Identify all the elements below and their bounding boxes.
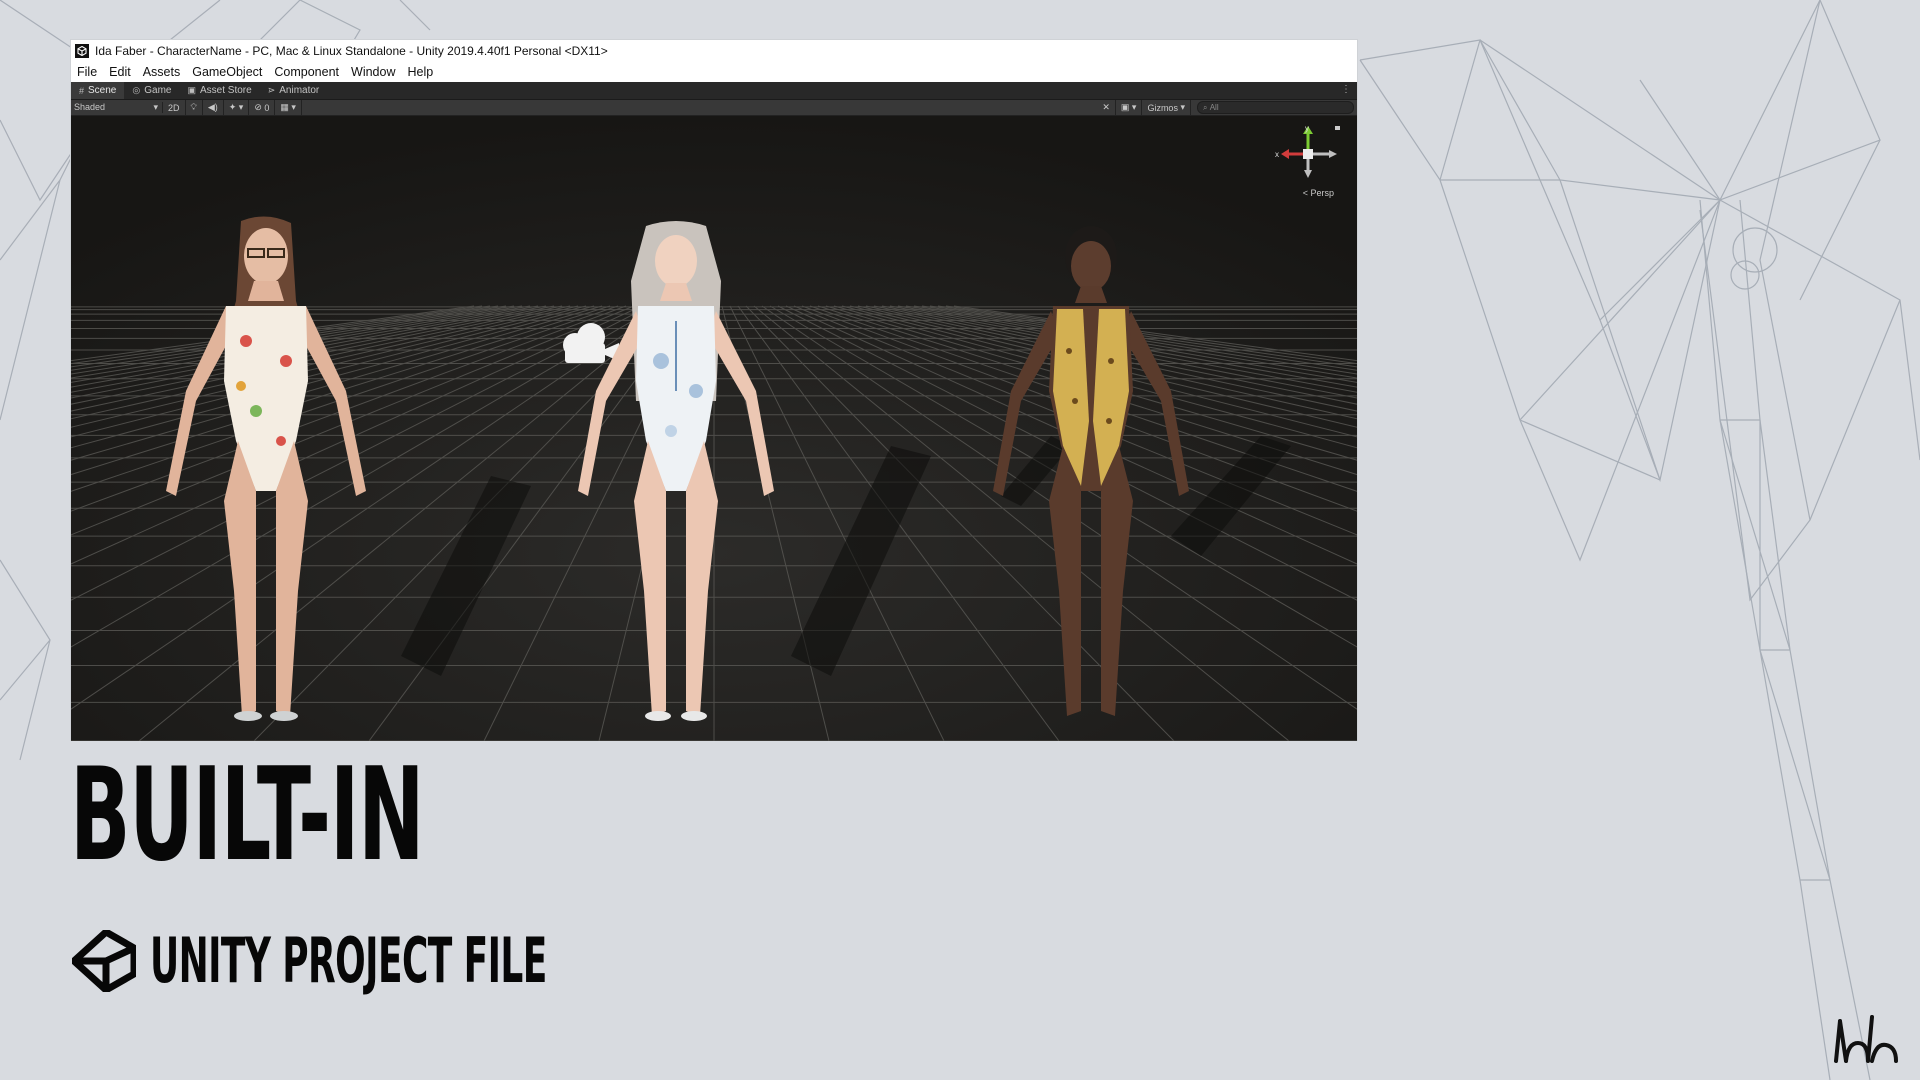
- lighting-toggle[interactable]: 💡︎: [186, 100, 203, 115]
- headline-title: BUILT-IN: [70, 741, 425, 890]
- camera-icon: ▣ ▾: [1120, 102, 1137, 112]
- shading-mode-dropdown[interactable]: Shaded ▾: [71, 102, 163, 113]
- unity-logo-icon: [75, 43, 89, 58]
- tools-icon: ✕: [1102, 102, 1110, 112]
- menu-bar: File Edit Assets GameObject Component Wi…: [71, 61, 1357, 82]
- eye-slash-icon: ⊘: [254, 102, 262, 112]
- orientation-gizmo[interactable]: x y: [1273, 124, 1343, 184]
- hidden-count: 0: [264, 102, 270, 113]
- tab-scene-label: Scene: [88, 85, 117, 96]
- gizmo-x-label: x: [1275, 150, 1279, 159]
- animator-icon: ⋗: [267, 85, 276, 95]
- tab-scene[interactable]: # Scene: [71, 82, 125, 99]
- subtitle-row: UNITY PROJECT FILE: [72, 930, 834, 992]
- tools-button[interactable]: ✕: [1097, 100, 1116, 115]
- tab-game[interactable]: ◎ Game: [124, 82, 179, 99]
- projection-toggle[interactable]: < Persp: [1303, 188, 1334, 198]
- hidden-objects-toggle[interactable]: ⊘ 0: [249, 100, 276, 115]
- speaker-icon: ◀︎): [207, 102, 218, 112]
- projection-label: Persp: [1310, 188, 1334, 198]
- menu-window[interactable]: Window: [345, 65, 401, 79]
- grid-icon: ▦ ▾: [280, 102, 296, 112]
- toolbar-right: ✕ ▣ ▾ Gizmos ▾ ⌕ All: [1097, 100, 1357, 115]
- toggle-2d-label: 2D: [168, 102, 180, 113]
- perspective-icon: <: [1302, 188, 1308, 198]
- gizmo-y-label: y: [1305, 124, 1309, 133]
- menu-file[interactable]: File: [71, 65, 103, 79]
- character-3-model[interactable]: [971, 221, 1211, 741]
- editor-tabs: # Scene ◎ Game ▣ Asset Store ⋗ Animator ⋮: [71, 82, 1357, 100]
- grid-toggle[interactable]: ▦ ▾: [275, 100, 302, 115]
- tab-asset-store[interactable]: ▣ Asset Store: [179, 82, 259, 99]
- scene-toolbar: Shaded ▾ 2D 💡︎ ◀︎) ✦ ▾ ⊘ 0 ▦ ▾ ✕ ▣ ▾ Gizm…: [71, 100, 1357, 116]
- scene-search-input[interactable]: ⌕ All: [1197, 101, 1354, 114]
- gizmos-dropdown[interactable]: Gizmos ▾: [1142, 100, 1191, 115]
- menu-component[interactable]: Component: [268, 65, 345, 79]
- toggle-2d-button[interactable]: 2D: [163, 100, 186, 115]
- tab-menu-icon[interactable]: ⋮: [1341, 84, 1351, 95]
- character-1-model[interactable]: [146, 211, 386, 731]
- tab-animator[interactable]: ⋗ Animator: [260, 82, 328, 99]
- chevron-down-icon: ▾: [153, 102, 158, 112]
- shading-mode-label: Shaded: [74, 102, 106, 112]
- menu-assets[interactable]: Assets: [137, 65, 187, 79]
- menu-gameobject[interactable]: GameObject: [186, 65, 268, 79]
- search-placeholder: All: [1209, 103, 1219, 112]
- lock-icon[interactable]: [1335, 126, 1340, 130]
- menu-edit[interactable]: Edit: [103, 65, 137, 79]
- unity-logo-icon: [72, 930, 136, 992]
- tab-animator-label: Animator: [279, 85, 320, 96]
- audio-toggle[interactable]: ◀︎): [203, 100, 224, 115]
- window-titlebar: Ida Faber - CharacterName - PC, Mac & Li…: [71, 40, 1357, 61]
- effects-icon: ✦ ▾: [228, 102, 244, 112]
- gizmos-label: Gizmos: [1147, 102, 1178, 113]
- character-2-model[interactable]: [556, 221, 796, 741]
- window-title: Ida Faber - CharacterName - PC, Mac & Li…: [95, 43, 608, 58]
- store-icon: ▣: [187, 85, 196, 95]
- scene-icon: #: [79, 85, 85, 96]
- chevron-down-icon: ▾: [1180, 102, 1185, 112]
- tab-game-label: Game: [144, 85, 172, 96]
- lightbulb-icon: 💡︎: [190, 102, 197, 112]
- camera-settings-dropdown[interactable]: ▣ ▾: [1116, 100, 1143, 115]
- game-icon: ◎: [132, 85, 141, 95]
- search-icon: ⌕: [1203, 102, 1208, 112]
- effects-dropdown[interactable]: ✦ ▾: [224, 100, 250, 115]
- menu-help[interactable]: Help: [401, 65, 439, 79]
- unity-editor-window: Ida Faber - CharacterName - PC, Mac & Li…: [71, 40, 1357, 741]
- scene-viewport[interactable]: x y < Persp: [71, 116, 1357, 741]
- headline-subtitle: UNITY PROJECT FILE: [150, 924, 547, 997]
- tab-asset-store-label: Asset Store: [199, 85, 252, 96]
- ida-faber-logo: [1834, 1015, 1898, 1063]
